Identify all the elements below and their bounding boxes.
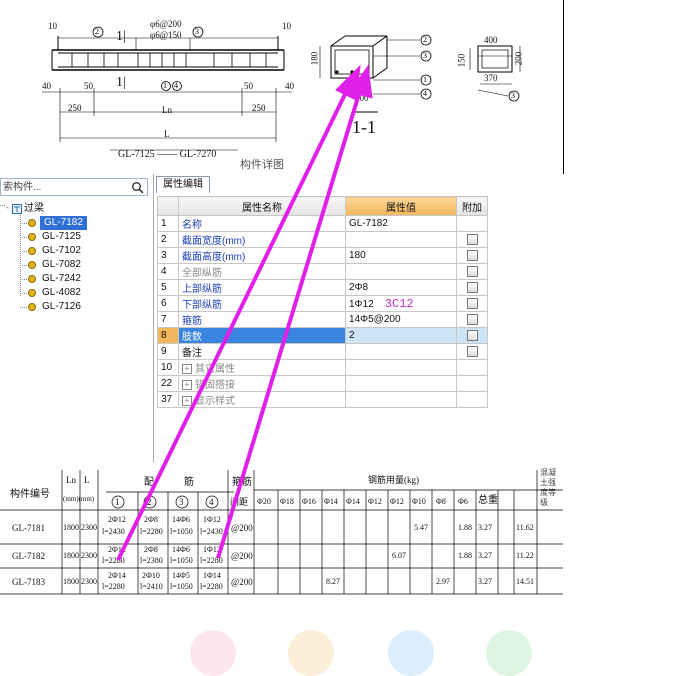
arrow-line-short xyxy=(216,83,364,559)
arrow-line-long xyxy=(116,83,352,561)
annotation-arrows xyxy=(116,64,373,561)
